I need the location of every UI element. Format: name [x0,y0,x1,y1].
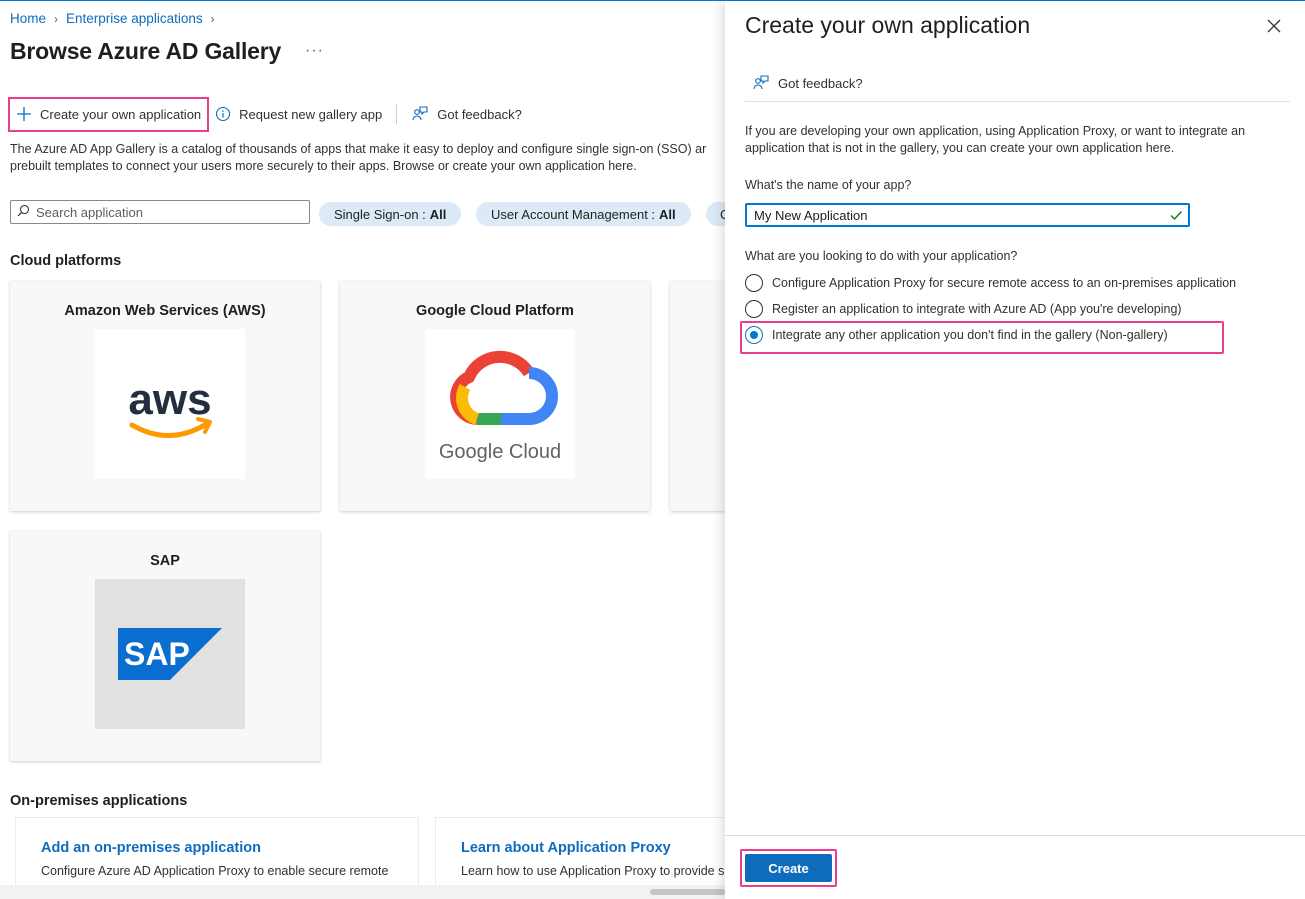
onprem-card-text: Configure Azure AD Application Proxy to … [41,864,389,878]
radio-option-label: Register an application to integrate wit… [772,302,1182,316]
app-name-label: What's the name of your app? [745,178,912,192]
chevron-right-icon: › [210,11,215,26]
gallery-description-line: prebuilt templates to connect your users… [10,159,637,173]
feedback-icon [411,105,429,123]
options-label: What are you looking to do with your app… [745,249,1018,263]
google-cloud-logo: Google Cloud [425,329,575,479]
radio-option-non-gallery[interactable]: Integrate any other application you don'… [745,326,1168,344]
section-title-cloud: Cloud platforms [10,253,122,269]
page-title: Browse Azure AD Gallery [10,38,282,64]
footer-divider [725,835,1305,836]
create-own-application-button[interactable]: Create your own application [7,96,210,132]
plus-icon [16,106,32,122]
radio-option-app-proxy[interactable]: Configure Application Proxy for secure r… [745,274,1236,292]
close-button[interactable] [1264,17,1284,37]
app-name-input[interactable] [747,207,1157,223]
create-application-panel: Create your own application Got feedback… [725,1,1305,899]
search-input[interactable] [36,204,296,220]
search-icon [17,204,30,220]
panel-divider [745,101,1290,102]
onprem-card-text: Learn how to use Application Proxy to pr… [461,864,725,878]
app-card-partial[interactable] [670,281,725,511]
radio-button-selected[interactable] [745,326,763,344]
breadcrumb-enterprise-applications[interactable]: Enterprise applications [66,11,203,26]
filter-user-account-management[interactable]: User Account Management : All [476,202,691,226]
got-feedback-label: Got feedback? [437,106,522,122]
app-name-field[interactable] [745,203,1190,227]
radio-button[interactable] [745,300,763,318]
app-card-title: Amazon Web Services (AWS) [64,303,266,319]
app-card-title: Google Cloud Platform [416,303,574,319]
filter-label: Single Sign-on : [334,206,426,222]
filter-value: All [659,206,676,222]
gallery-description-line: The Azure AD App Gallery is a catalog of… [10,142,707,156]
request-gallery-app-label: Request new gallery app [239,106,383,122]
aws-logo: aws [95,329,245,479]
got-feedback-button[interactable]: Got feedback? [405,99,528,129]
radio-option-label: Integrate any other application you don'… [772,328,1168,342]
breadcrumb-home[interactable]: Home [10,11,46,26]
app-card-title: SAP [150,553,180,569]
radio-option-register-app[interactable]: Register an application to integrate wit… [745,300,1182,318]
panel-title: Create your own application [745,12,1031,38]
filter-label: User Account Management : [491,206,656,222]
create-button[interactable]: Create [745,854,832,882]
section-title-onprem: On-premises applications [10,793,188,809]
command-bar: Create your own application Request new … [7,96,528,132]
app-card-aws[interactable]: Amazon Web Services (AWS) aws [10,281,320,511]
feedback-icon [752,74,770,92]
info-icon [215,106,231,122]
panel-feedback-label: Got feedback? [778,75,863,91]
gallery-page: Home › Enterprise applications › Browse … [0,0,725,899]
sap-logo-text: SAP [124,636,190,672]
app-card-google-cloud[interactable]: Google Cloud Platform Google Cloud [340,281,650,511]
search-box[interactable] [10,200,310,224]
panel-feedback-button[interactable]: Got feedback? [752,74,863,92]
radio-option-label: Configure Application Proxy for secure r… [772,276,1237,290]
checkmark-icon [1169,208,1183,225]
radio-button[interactable] [745,274,763,292]
scrollbar-thumb[interactable] [650,889,725,895]
app-card-sap[interactable]: SAP SAP [10,531,320,761]
toolbar-divider [396,104,398,124]
panel-description: If you are developing your own applicati… [745,124,1246,155]
aws-logo-text: aws [128,375,211,424]
onprem-card-title[interactable]: Add an on-premises application [41,840,261,856]
breadcrumb: Home › Enterprise applications › [10,11,223,26]
gallery-description: The Azure AD App Gallery is a catalog of… [10,141,725,175]
more-options-icon[interactable]: ··· [305,42,324,60]
filter-value: All [429,206,447,222]
onprem-card-title[interactable]: Learn about Application Proxy [461,840,671,856]
request-gallery-app-button[interactable]: Request new gallery app [209,99,388,129]
filter-more[interactable]: C [706,202,725,226]
close-icon [1267,19,1281,36]
horizontal-scrollbar[interactable] [0,885,725,899]
create-own-application-label: Create your own application [40,106,202,122]
filter-single-sign-on[interactable]: Single Sign-on : All [319,202,462,226]
sap-logo: SAP [95,579,245,729]
google-cloud-logo-text: Google Cloud [439,441,561,463]
chevron-right-icon: › [54,11,59,26]
